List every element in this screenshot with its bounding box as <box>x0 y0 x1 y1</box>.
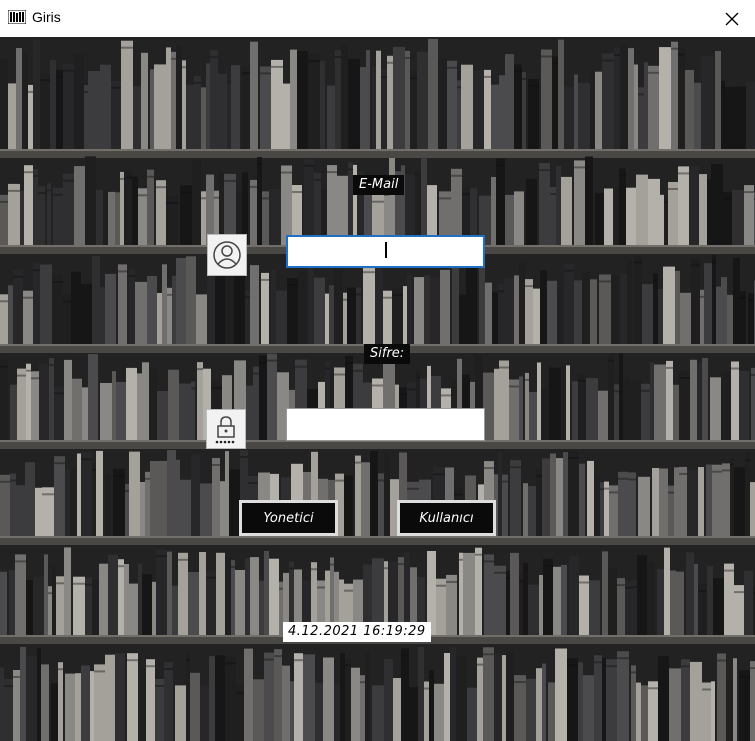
datetime-label: 4.12.2021 16:19:29 <box>283 622 431 642</box>
admin-button[interactable]: Yonetici <box>239 500 338 536</box>
password-icon-box <box>206 409 246 449</box>
login-window: Giris E-Mail Sifre: Yonetici Kullanıcı 4… <box>0 0 755 741</box>
login-panel: E-Mail Sifre: Yonetici Kullanıcı 4.12.20… <box>0 37 755 741</box>
title-bar: Giris <box>0 0 755 37</box>
text-caret <box>385 242 387 258</box>
user-button[interactable]: Kullanıcı <box>397 500 496 536</box>
close-button[interactable] <box>709 0 755 37</box>
window-title: Giris <box>32 9 61 25</box>
bookshelf-icon <box>8 10 26 24</box>
password-input[interactable] <box>286 408 485 441</box>
padlock-icon <box>215 416 235 444</box>
close-icon <box>725 12 739 25</box>
user-icon-box <box>207 234 247 276</box>
user-circle-icon <box>213 241 241 269</box>
email-label: E-Mail <box>353 175 405 195</box>
password-label: Sifre: <box>364 344 411 364</box>
